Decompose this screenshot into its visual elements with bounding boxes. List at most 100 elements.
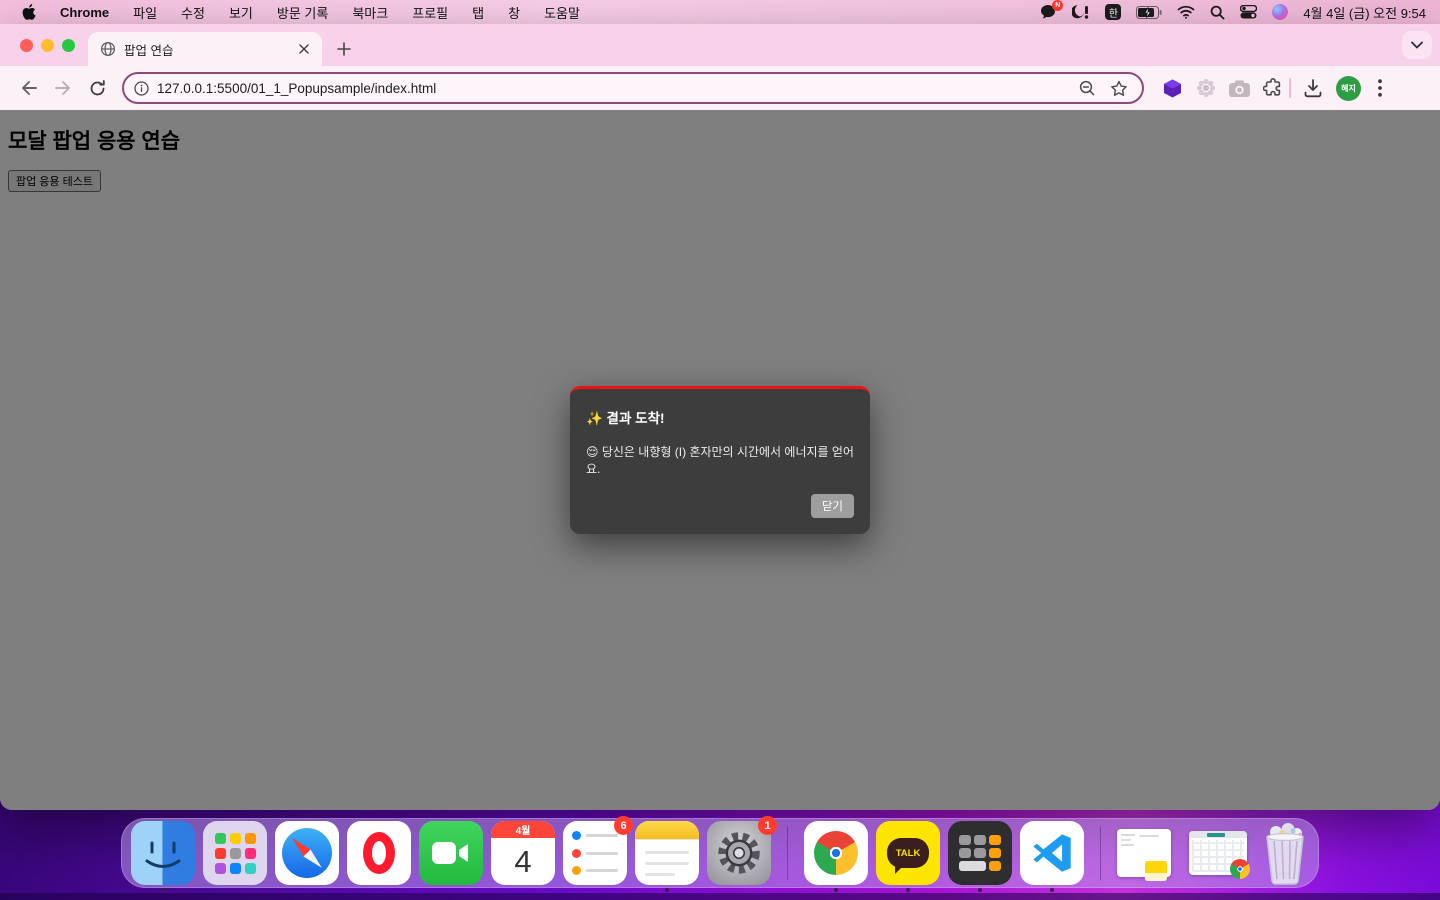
vscode-icon — [1020, 821, 1084, 885]
menu-window[interactable]: 창 — [508, 3, 520, 22]
menubar-app-name[interactable]: Chrome — [60, 5, 109, 20]
running-indicator — [834, 888, 838, 892]
launchpad-icon — [203, 821, 267, 885]
dock-item-reminders[interactable]: 6 — [563, 816, 633, 885]
profile-avatar[interactable]: 혜지 — [1336, 75, 1361, 101]
input-source-icon[interactable]: 한 — [1105, 4, 1122, 20]
chat-notification-icon[interactable]: N — [1040, 0, 1064, 21]
calendar-day-label: 4 — [514, 843, 532, 879]
minimized-window-thumbnail — [1117, 829, 1171, 881]
running-indicator — [906, 888, 910, 892]
forward-button[interactable] — [48, 73, 78, 103]
tab-search-button[interactable] — [1402, 31, 1432, 59]
sticky-note — [1145, 861, 1167, 881]
spotlight-search-icon[interactable] — [1210, 3, 1225, 21]
wifi-icon[interactable] — [1177, 3, 1195, 21]
dock-item-settings[interactable]: 1 — [707, 816, 777, 885]
menu-help[interactable]: 도움말 — [544, 3, 580, 22]
modal-title: ✨ 결과 도착! — [586, 411, 665, 427]
dock-item-chrome[interactable] — [804, 821, 868, 892]
dock-item-vscode[interactable] — [1020, 821, 1084, 892]
calendar-month-label: 4월 — [491, 821, 555, 838]
downloads-icon[interactable] — [1303, 78, 1323, 98]
extension-flower-icon[interactable] — [1196, 78, 1216, 98]
menu-history[interactable]: 방문 기록 — [277, 3, 328, 22]
alert-menu-icon[interactable] — [1072, 3, 1090, 21]
safari-icon — [275, 821, 339, 885]
tab-favicon-globe-icon — [100, 41, 116, 57]
new-tab-button[interactable] — [330, 35, 358, 63]
dock-item-opera[interactable] — [347, 821, 411, 885]
reload-button[interactable] — [82, 73, 112, 103]
notes-icon — [635, 821, 699, 885]
running-indicator — [161, 888, 165, 892]
running-indicator — [1050, 888, 1054, 892]
zoom-out-icon[interactable] — [1079, 80, 1096, 97]
window-close-button[interactable] — [20, 38, 33, 52]
browser-toolbar: 127.0.0.1:5500/01_1_Popupsample/index.ht… — [0, 66, 1440, 110]
menu-view[interactable]: 보기 — [229, 3, 253, 22]
dock-item-finder[interactable] — [131, 821, 195, 892]
extension-camera-icon[interactable] — [1229, 80, 1250, 97]
dock-item-calculator[interactable] — [948, 821, 1012, 892]
settings-badge: 1 — [758, 816, 777, 835]
modal-close-button[interactable]: 닫기 — [810, 493, 854, 518]
reminders-badge: 6 — [614, 816, 633, 835]
modal-message: 😌 당신은 내향형 (I) 혼자만의 시간에서 에너지를 얻어요. — [586, 445, 854, 476]
menubar-clock[interactable]: 4월 4일 (금) 오전 9:54 — [1303, 3, 1426, 22]
calendar-icon: 4월 4 — [491, 821, 555, 885]
page-content: 모달 팝업 응용 연습 팝업 응용 테스트 ✨ 결과 도착! 😌 당신은 내향형… — [0, 110, 1440, 810]
trash-full-icon — [1266, 823, 1304, 885]
dock-separator — [787, 826, 788, 880]
macos-menubar: Chrome 파일 수정 보기 방문 기록 북마크 프로필 탭 창 도움말 N … — [0, 0, 1440, 24]
dock-item-trash[interactable] — [1261, 821, 1309, 885]
dock-item-minimized-window-chrome[interactable] — [1189, 821, 1253, 885]
bookmark-star-icon[interactable] — [1110, 80, 1128, 97]
extensions-puzzle-icon[interactable] — [1263, 78, 1283, 98]
menu-file[interactable]: 파일 — [133, 3, 157, 22]
window-minimize-button[interactable] — [41, 38, 54, 52]
kakaotalk-label: TALK — [887, 838, 929, 874]
active-tab[interactable]: 팝업 연습 — [88, 32, 322, 66]
extension-gem-icon[interactable] — [1162, 78, 1183, 99]
window-zoom-button[interactable] — [62, 38, 75, 52]
url-text[interactable]: 127.0.0.1:5500/01_1_Popupsample/index.ht… — [157, 81, 1071, 96]
menu-bookmarks[interactable]: 북마크 — [352, 3, 388, 22]
dock-item-notes[interactable] — [635, 821, 699, 892]
chrome-window: 팝업 연습 127.0.0.1:5500/01_1_Popupsample/in… — [0, 24, 1440, 810]
running-indicator — [978, 888, 982, 892]
menu-profiles[interactable]: 프로필 — [412, 3, 448, 22]
running-indicator — [665, 888, 669, 892]
dock-item-kakaotalk[interactable]: TALK — [876, 821, 940, 892]
dock-separator — [1100, 826, 1101, 880]
toolbar-divider — [1289, 78, 1291, 98]
result-modal: ✨ 결과 도착! 😌 당신은 내향형 (I) 혼자만의 시간에서 에너지를 얻어… — [570, 386, 870, 534]
menu-tab[interactable]: 탭 — [472, 3, 484, 22]
apple-logo-icon[interactable] — [22, 3, 36, 21]
dock-item-safari[interactable] — [275, 821, 339, 885]
siri-icon[interactable] — [1272, 4, 1289, 20]
browser-menu-kebab-icon[interactable] — [1374, 79, 1386, 97]
tab-title: 팝업 연습 — [124, 43, 174, 58]
dock-item-launchpad[interactable] — [203, 821, 267, 885]
tab-strip: 팝업 연습 — [0, 24, 1440, 66]
dock: 4월 4 6 1 TALK — [121, 816, 1319, 892]
chrome-icon — [804, 821, 868, 885]
dock-item-calendar[interactable]: 4월 4 — [491, 821, 555, 885]
tab-close-icon[interactable] — [296, 41, 312, 57]
kakaotalk-icon: TALK — [876, 821, 940, 885]
dock-item-minimized-window-stickies[interactable] — [1117, 821, 1181, 885]
calculator-icon — [948, 821, 1012, 885]
chrome-mini-badge-icon — [1230, 859, 1250, 879]
menu-edit[interactable]: 수정 — [181, 3, 205, 22]
battery-icon[interactable] — [1136, 3, 1162, 21]
modal-overlay[interactable]: ✨ 결과 도착! 😌 당신은 내향형 (I) 혼자만의 시간에서 에너지를 얻어… — [0, 110, 1440, 810]
dock-item-facetime[interactable] — [419, 821, 483, 885]
chat-badge: N — [1052, 0, 1064, 11]
address-bar[interactable]: 127.0.0.1:5500/01_1_Popupsample/index.ht… — [122, 72, 1144, 104]
minimized-window-thumbnail — [1189, 831, 1250, 879]
control-center-icon[interactable] — [1240, 3, 1258, 21]
back-button[interactable] — [14, 73, 44, 103]
facetime-icon — [419, 821, 483, 885]
site-info-icon[interactable] — [134, 80, 149, 96]
